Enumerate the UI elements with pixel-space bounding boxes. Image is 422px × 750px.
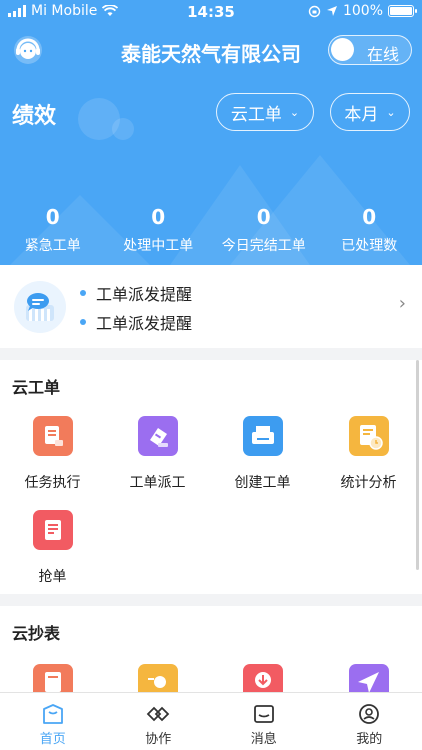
meter-download-icon: [242, 664, 283, 692]
top-bar: 泰能天然气有限公司 在线: [0, 30, 422, 70]
location-icon: [326, 6, 337, 16]
section-title: 云工单: [12, 378, 61, 397]
battery-icon: [388, 5, 417, 17]
hero-banner: Mi Mobile 14:35 100% 泰能天然气有限公司 在线 绩效 云工单: [0, 0, 422, 265]
period-value: 本月: [344, 104, 379, 125]
toggle-knob: [331, 38, 354, 61]
scrollbar[interactable]: [416, 360, 419, 570]
tab-label: 我的: [356, 732, 383, 747]
tab-label: 消息: [250, 732, 277, 747]
period-dropdown[interactable]: 本月 ⌄: [330, 93, 410, 131]
stat-urgent[interactable]: 0 紧急工单: [0, 205, 106, 255]
tile-label: 创建工单: [234, 475, 291, 491]
cloud-work-order-section: 云工单 任务执行 工单派工 创建工单 统计分析 抢单: [0, 360, 422, 594]
chevron-down-icon: ⌄: [289, 105, 300, 119]
meter-send-tile[interactable]: [316, 664, 421, 692]
statistics-tile[interactable]: 统计分析: [316, 416, 421, 492]
profile-icon: [359, 704, 380, 724]
bullet-icon: [80, 319, 86, 325]
notice-text: 工单派发提醒: [96, 314, 193, 333]
tab-home[interactable]: 首页: [0, 693, 106, 750]
notice-text: 工单派发提醒: [96, 285, 193, 304]
lock-rotation-icon: [308, 5, 321, 17]
stat-label: 紧急工单: [24, 238, 81, 254]
performance-stats: 0 紧急工单 0 处理中工单 0 今日完结工单 0 已处理数: [0, 205, 422, 255]
statistics-icon: [348, 416, 389, 456]
battery-percent: 100%: [342, 3, 383, 19]
stat-label: 处理中工单: [123, 238, 194, 254]
message-icon: [253, 705, 274, 723]
stat-processing[interactable]: 0 处理中工单: [106, 205, 212, 255]
create-order-icon: [242, 416, 283, 456]
stat-label: 今日完结工单: [221, 238, 306, 254]
chevron-right-icon: ›: [398, 293, 406, 314]
tile-label: 工单派工: [129, 475, 186, 491]
dispatch-icon: [137, 416, 178, 456]
performance-title: 绩效: [12, 104, 57, 129]
section-title: 云抄表: [12, 624, 61, 643]
meter-gauge-icon: [137, 664, 178, 692]
meter-send-icon: [348, 664, 389, 692]
stat-label: 已处理数: [341, 238, 398, 254]
collaboration-icon: [146, 706, 170, 722]
task-execute-icon: [32, 416, 73, 456]
stat-value: 0: [362, 205, 377, 229]
chevron-down-icon: ⌄: [386, 105, 396, 119]
stat-value: 0: [45, 205, 60, 229]
tab-collaboration[interactable]: 协作: [106, 693, 212, 750]
meter-reading-icon: [32, 664, 73, 692]
tab-label: 首页: [39, 732, 66, 747]
bottom-tab-bar: 首页 协作 消息 我的: [0, 692, 422, 750]
online-toggle[interactable]: 在线: [328, 35, 412, 65]
task-execute-tile[interactable]: 任务执行: [0, 416, 105, 492]
tab-profile[interactable]: 我的: [317, 693, 422, 750]
meter-reading-tile[interactable]: [0, 664, 105, 692]
notice-item[interactable]: 工单派发提醒: [80, 310, 192, 334]
notice-panel[interactable]: 工单派发提醒 工单派发提醒 ›: [0, 265, 422, 348]
create-order-tile[interactable]: 创建工单: [210, 416, 315, 492]
tile-label: 任务执行: [24, 475, 81, 491]
order-type-dropdown[interactable]: 云工单 ⌄: [216, 93, 314, 131]
meter-download-tile[interactable]: [210, 664, 315, 692]
tile-label: 抢单: [38, 569, 67, 585]
tab-label: 协作: [145, 732, 172, 747]
stat-handled[interactable]: 0 已处理数: [317, 205, 422, 255]
stat-value: 0: [256, 205, 271, 229]
notification-icon: [14, 281, 66, 333]
tab-messages[interactable]: 消息: [211, 693, 317, 750]
tile-label: 统计分析: [340, 475, 397, 491]
cloud-meter-section: 云抄表: [0, 606, 422, 692]
dispatch-tile[interactable]: 工单派工: [105, 416, 210, 492]
notice-item[interactable]: 工单派发提醒: [80, 281, 192, 305]
grab-order-icon: [32, 510, 73, 550]
status-bar: Mi Mobile 14:35 100%: [0, 0, 422, 24]
grab-order-tile[interactable]: 抢单: [0, 510, 105, 586]
stat-completed-today[interactable]: 0 今日完结工单: [211, 205, 317, 255]
stat-value: 0: [151, 205, 166, 229]
meter-gauge-tile[interactable]: [105, 664, 210, 692]
order-type-value: 云工单: [230, 104, 282, 125]
home-icon: [42, 704, 63, 724]
bullet-icon: [80, 290, 86, 296]
online-toggle-label: 在线: [366, 45, 399, 64]
